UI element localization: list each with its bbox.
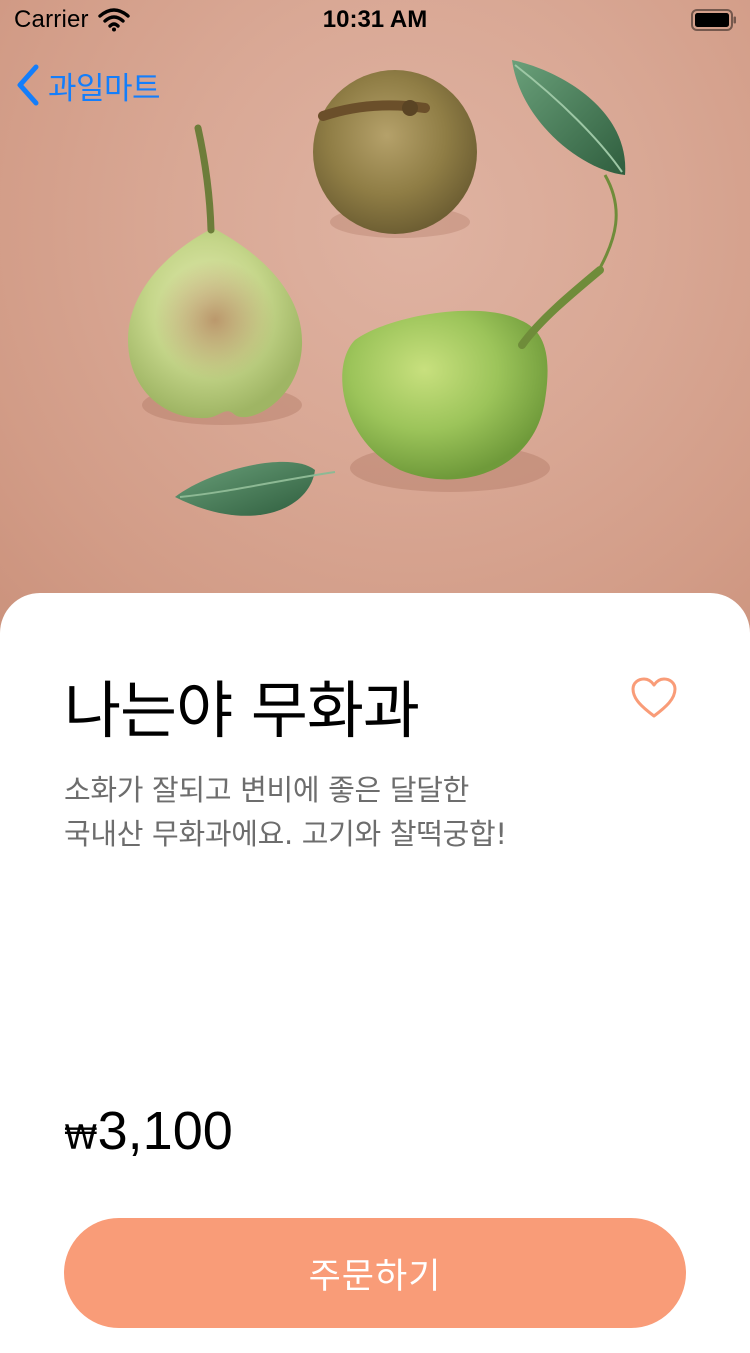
status-bar: Carrier 10:31 AM bbox=[0, 0, 750, 40]
order-button[interactable]: 주문하기 bbox=[64, 1218, 686, 1328]
status-time: 10:31 AM bbox=[322, 6, 428, 33]
favorite-button[interactable] bbox=[628, 674, 680, 722]
chevron-left-icon bbox=[17, 64, 39, 106]
back-button[interactable]: 과일마트 bbox=[14, 60, 161, 110]
price-currency: ₩ bbox=[64, 1118, 98, 1158]
product-description: 소화가 잘되고 변비에 좋은 달달한 국내산 무화과에요. 고기와 찰떡궁합! bbox=[64, 768, 684, 856]
heart-outline-icon bbox=[631, 677, 677, 718]
price-amount: 3,100 bbox=[97, 1101, 233, 1161]
description-line: 국내산 무화과에요. 고기와 찰떡궁합! bbox=[64, 817, 507, 851]
product-title: 나는야 무화과 bbox=[64, 674, 420, 747]
battery-icon bbox=[691, 9, 736, 31]
product-price: ₩3,100 bbox=[64, 1100, 233, 1162]
description-line: 소화가 잘되고 변비에 좋은 달달한 bbox=[64, 773, 469, 807]
back-label: 과일마트 bbox=[48, 70, 161, 107]
